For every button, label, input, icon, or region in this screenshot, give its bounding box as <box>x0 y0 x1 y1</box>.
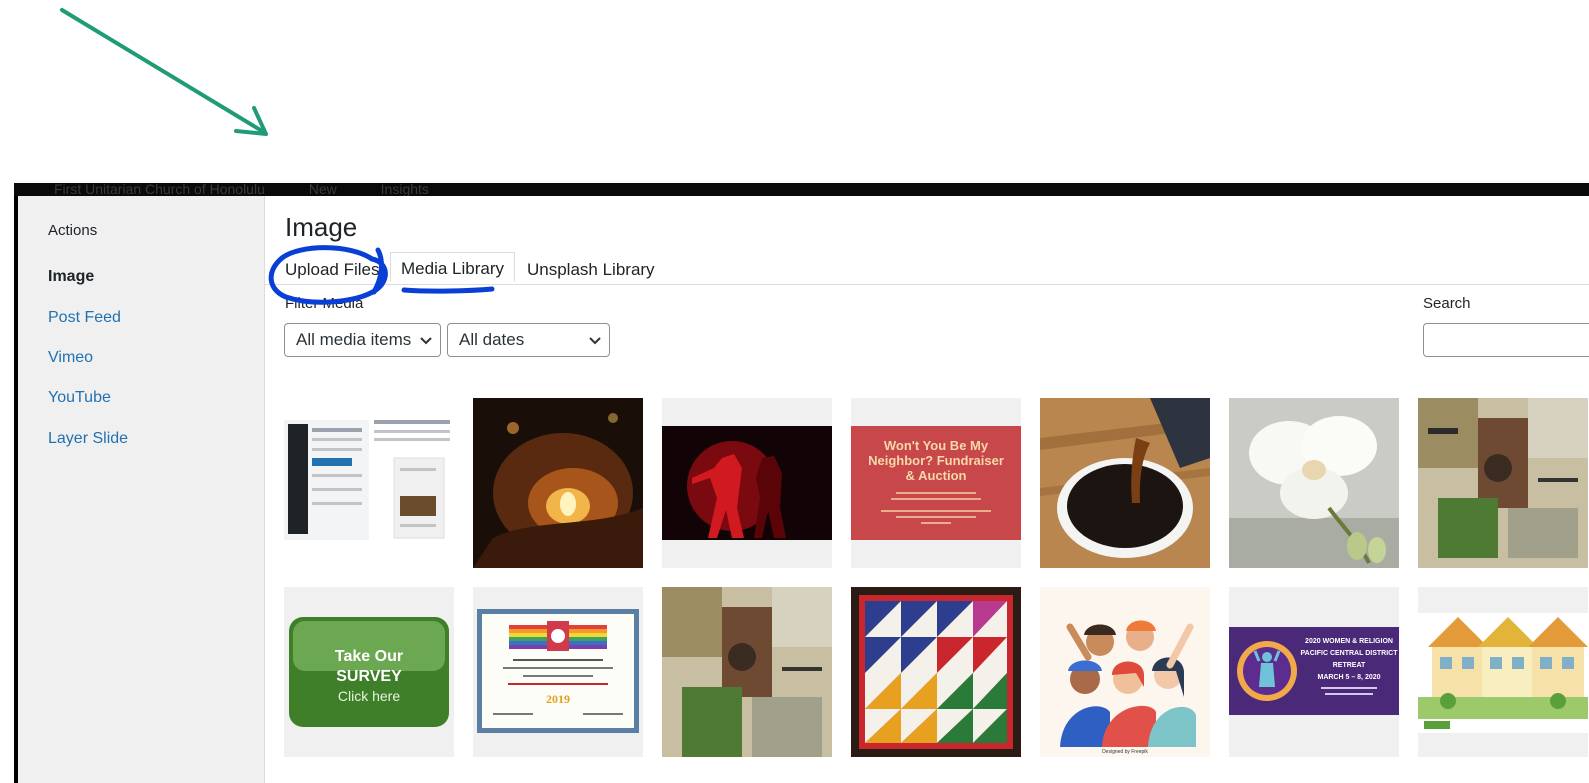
media-type-select[interactable]: All media items <box>284 323 441 357</box>
certificate-year: 2019 <box>546 692 570 706</box>
media-thumbnail-screenshot[interactable] <box>284 398 454 568</box>
filter-media-label: Filter Media <box>285 295 364 312</box>
retreat-line4: MARCH 5 – 8, 2020 <box>1317 674 1380 681</box>
media-frame: Image Upload Files Media Library Unsplas… <box>265 196 1589 783</box>
search-label: Search <box>1423 295 1471 312</box>
search-input[interactable] <box>1423 323 1589 357</box>
media-thumbnail-orchid[interactable] <box>1229 398 1399 568</box>
retreat-line1: 2020 WOMEN & RELIGION <box>1305 638 1393 645</box>
annotation-arrow <box>60 8 268 136</box>
page-title: Image <box>285 212 358 242</box>
insights-link[interactable]: Insights <box>381 183 429 196</box>
media-thumbnail-certificate[interactable]: 2019 <box>473 587 643 757</box>
actions-sidebar: Actions Image Post Feed Vimeo YouTube La… <box>18 196 265 783</box>
chevron-down-icon <box>589 337 601 345</box>
retreat-line2: PACIFIC CENTRAL DISTRICT <box>1301 650 1399 657</box>
survey-line3: Click here <box>338 688 400 704</box>
media-thumbnail-fundraiser-flyer[interactable]: Won't You Be My Neighbor? Fundraiser & A… <box>851 398 1021 568</box>
tab-upload-files[interactable]: Upload Files <box>285 254 380 286</box>
tab-media-library[interactable]: Media Library <box>390 252 515 282</box>
survey-line2: SURVEY <box>336 668 402 685</box>
media-thumbnail-retreat-banner[interactable]: 2020 WOMEN & RELIGION PACIFIC CENTRAL DI… <box>1229 587 1399 757</box>
media-thumbnail-survey-button[interactable]: Take Our SURVEY Click here <box>284 587 454 757</box>
media-thumbnail-collage-2[interactable] <box>662 587 832 757</box>
date-select[interactable]: All dates <box>447 323 610 357</box>
media-thumbnail-candles[interactable] <box>473 398 643 568</box>
media-thumbnail-collage[interactable] <box>1418 398 1588 568</box>
media-thumbnail-people-illustration[interactable]: Designed by Freepik <box>1040 587 1210 757</box>
media-modal-window: First Unitarian Church of Honolulu New I… <box>14 183 1589 783</box>
media-thumbnail-houses-illustration[interactable] <box>1418 587 1588 757</box>
media-type-value: All media items <box>296 330 412 349</box>
sidebar-item-image[interactable]: Image <box>48 268 94 286</box>
new-link[interactable]: New <box>309 183 337 196</box>
fundraiser-line3: & Auction <box>906 468 967 483</box>
media-tabs: Upload Files Media Library Unsplash Libr… <box>265 244 1589 285</box>
sidebar-heading: Actions <box>48 222 98 239</box>
chevron-down-icon <box>420 337 432 345</box>
sidebar-item-vimeo[interactable]: Vimeo <box>48 349 93 367</box>
media-thumbnail-coffee[interactable] <box>1040 398 1210 568</box>
fundraiser-line2: Neighbor? Fundraiser <box>868 453 1004 468</box>
admin-bar: First Unitarian Church of Honolulu New I… <box>14 183 1589 196</box>
tab-unsplash-library[interactable]: Unsplash Library <box>527 254 655 286</box>
date-value: All dates <box>459 330 525 349</box>
survey-line1: Take Our <box>335 648 403 665</box>
sidebar-item-layer-slide[interactable]: Layer Slide <box>48 430 128 448</box>
retreat-line3: RETREAT <box>1333 662 1366 669</box>
media-thumbnail-quilt[interactable] <box>851 587 1021 757</box>
sidebar-item-post-feed[interactable]: Post Feed <box>48 309 121 327</box>
fundraiser-line1: Won't You Be My <box>884 438 989 453</box>
sidebar-item-youtube[interactable]: YouTube <box>48 389 111 407</box>
site-name[interactable]: First Unitarian Church of Honolulu <box>54 183 265 196</box>
media-thumbnail-red-silhouettes[interactable] <box>662 398 832 568</box>
illustration-credit: Designed by Freepik <box>1102 749 1148 755</box>
